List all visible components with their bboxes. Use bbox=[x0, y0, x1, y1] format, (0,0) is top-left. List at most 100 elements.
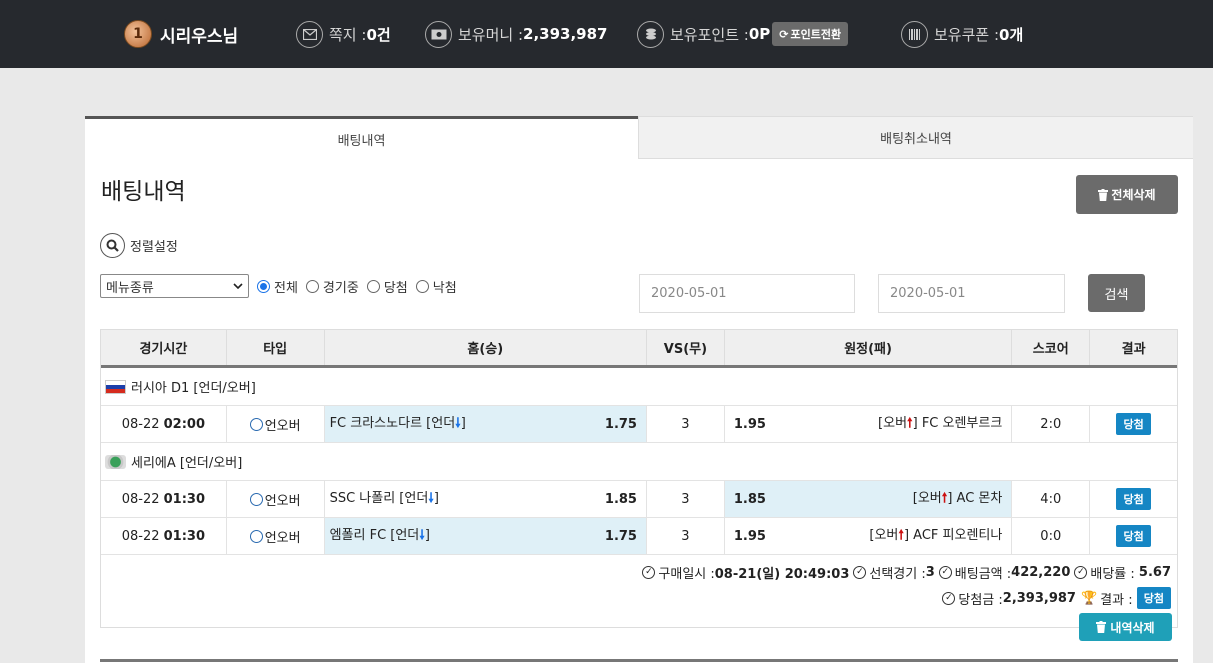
barcode-icon bbox=[901, 20, 928, 48]
win-label: 당첨금 : bbox=[958, 592, 1003, 608]
match-time: 08-22 01:30 bbox=[101, 518, 227, 554]
search-button[interactable]: 검색 bbox=[1088, 274, 1145, 312]
bet-type-label: 언오버 bbox=[264, 530, 301, 546]
user-info: 1 시리우스님 bbox=[124, 0, 238, 68]
divider bbox=[100, 659, 1178, 662]
purchase-value: 08-21(일) 20:49:03 bbox=[714, 566, 850, 582]
table-row: 08-22 01:30 언오버 SSC 나폴리 [언더🠗] 1.85 3 1.85… bbox=[101, 481, 1177, 518]
point-convert-label: 포인트전환 bbox=[790, 28, 842, 41]
page-title: 배팅내역 bbox=[101, 179, 186, 205]
league-name: 러시아 D1 [언더/오버] bbox=[131, 381, 256, 396]
score: 2:0 bbox=[1012, 406, 1091, 442]
tab-betting-cancel-history[interactable]: 배팅취소내역 bbox=[638, 116, 1193, 159]
date-from-input[interactable]: 2020-05-01 bbox=[639, 274, 855, 313]
vs-cell[interactable]: 3 bbox=[647, 481, 725, 517]
score: 0:0 bbox=[1012, 518, 1091, 554]
trophy-icon: 🏆 bbox=[1080, 590, 1098, 606]
home-cell[interactable]: SSC 나폴리 [언더🠗] 1.85 bbox=[325, 481, 647, 517]
table-header: 경기시간 타입 홈(승) VS(무) 원정(패) 스코어 결과 bbox=[101, 330, 1177, 368]
money-info: 보유머니 :2,393,987 bbox=[425, 0, 608, 68]
delete-all-label: 전체삭제 bbox=[1111, 188, 1156, 202]
arrow-down-icon: 🠗 bbox=[455, 416, 461, 431]
trash-icon bbox=[1096, 621, 1107, 633]
delete-all-button[interactable]: 전체삭제 bbox=[1076, 175, 1178, 214]
away-cell[interactable]: 1.85 [오버🠕] AC 몬차 bbox=[724, 481, 1013, 517]
result-badge: 당첨 bbox=[1116, 488, 1151, 510]
date-to-input[interactable]: 2020-05-01 bbox=[878, 274, 1065, 313]
betting-history-panel: 배팅내역 배팅취소내역 배팅내역 전체삭제 정렬설정 메뉴종류 전체 경기중 당… bbox=[85, 116, 1193, 663]
away-cell[interactable]: 1.95 [오버🠕] FC 오렌부르크 bbox=[725, 406, 1013, 442]
bet-type: 언오버 bbox=[227, 518, 325, 554]
username: 시리우스님 bbox=[160, 26, 239, 47]
header-away: 원정(패) bbox=[725, 330, 1013, 365]
match-clock: 01:30 bbox=[163, 528, 206, 544]
money-value: 2,393,987 bbox=[523, 25, 608, 43]
header-score: 스코어 bbox=[1012, 330, 1091, 365]
league-row: 러시아 D1 [언더/오버] bbox=[101, 368, 1177, 406]
vs-cell[interactable]: 3 bbox=[647, 406, 725, 442]
messages-value: 0건 bbox=[366, 25, 391, 44]
points-info: 보유포인트 :0P ⟳ 포인트전환 bbox=[637, 0, 849, 68]
match-clock: 01:30 bbox=[163, 491, 206, 507]
score: 4:0 bbox=[1012, 481, 1091, 517]
check-circle-icon: ✓ bbox=[938, 565, 952, 579]
match-date: 08-22 bbox=[121, 491, 160, 507]
bet-type: 언오버 bbox=[227, 406, 325, 442]
match-time: 08-22 02:00 bbox=[101, 406, 227, 442]
arrow-down-icon: 🠗 bbox=[428, 491, 434, 506]
money-label: 보유머니 : bbox=[458, 25, 524, 44]
points-value: 0P bbox=[748, 25, 771, 43]
messages-info[interactable]: 쪽지 :0건 bbox=[296, 0, 391, 68]
league-name: 세리에A [언더/오버] bbox=[131, 456, 243, 471]
radio-unchecked-icon bbox=[366, 279, 380, 293]
radio-in-play-label: 경기중 bbox=[322, 280, 359, 296]
match-clock: 02:00 bbox=[163, 416, 206, 432]
home-odds: 1.75 bbox=[604, 416, 637, 432]
point-convert-button[interactable]: ⟳ 포인트전환 bbox=[772, 22, 849, 46]
result-badge: 당첨 bbox=[1116, 525, 1151, 547]
home-cell[interactable]: FC 크라스노다르 [언더🠗] 1.75 bbox=[324, 406, 647, 442]
check-circle-icon: ✓ bbox=[642, 565, 656, 579]
coupons-info: 보유쿠폰 :0개 bbox=[901, 0, 1023, 68]
top-bar: 1 시리우스님 쪽지 :0건 보유머니 :2,393,987 보유포인트 :0P… bbox=[0, 0, 1213, 68]
header-match-time: 경기시간 bbox=[101, 330, 227, 365]
radio-lose[interactable]: 낙첨 bbox=[415, 277, 457, 296]
delete-history-label: 내역삭제 bbox=[1110, 620, 1155, 635]
result-cell: 당첨 bbox=[1090, 518, 1177, 554]
chevron-down-icon bbox=[233, 283, 243, 289]
purchase-label: 구매일시 : bbox=[658, 566, 715, 582]
check-circle-icon: ✓ bbox=[942, 591, 956, 605]
header-type: 타입 bbox=[227, 330, 325, 365]
match-time: 08-22 01:30 bbox=[101, 481, 227, 517]
header-home: 홈(승) bbox=[325, 330, 647, 365]
check-circle-icon: ✓ bbox=[1074, 565, 1088, 579]
tab-betting-history[interactable]: 배팅내역 bbox=[85, 116, 638, 159]
menu-type-select[interactable]: 메뉴종류 bbox=[100, 274, 249, 298]
away-cell[interactable]: 1.95 [오버🠕] ACF 피오렌티나 bbox=[725, 518, 1013, 554]
home-cell[interactable]: 엠폴리 FC [언더🠗] 1.75 bbox=[324, 518, 647, 554]
coins-icon bbox=[637, 20, 664, 48]
bet-type-label: 언오버 bbox=[264, 493, 301, 509]
arrow-down-icon: 🠗 bbox=[419, 528, 425, 543]
summary-line-1: ✓ 구매일시 :08-21(일) 20:49:03 ✓ 선택경기 :3 ✓ 배팅금액 … bbox=[101, 559, 1171, 585]
radio-checked-icon bbox=[257, 279, 270, 293]
radio-in-play[interactable]: 경기중 bbox=[305, 277, 359, 296]
table-row: 08-22 01:30 언오버 엠폴리 FC [언더🠗] 1.75 3 1.95 [… bbox=[101, 518, 1177, 555]
result-badge: 당첨 bbox=[1116, 413, 1151, 435]
away-odds: 1.95 bbox=[733, 528, 766, 544]
over-under-icon bbox=[249, 529, 263, 543]
result-cell: 당첨 bbox=[1090, 406, 1177, 442]
delete-history-button[interactable]: 내역삭제 bbox=[1079, 613, 1172, 641]
amount-label: 배팅금액 : bbox=[954, 566, 1012, 582]
sort-settings[interactable]: 정렬설정 bbox=[100, 233, 178, 258]
match-date: 08-22 bbox=[121, 416, 160, 432]
games-label: 선택경기 : bbox=[869, 566, 926, 582]
vs-cell[interactable]: 3 bbox=[647, 518, 725, 554]
search-icon bbox=[100, 233, 125, 258]
filter-row: 메뉴종류 전체 경기중 당첨 낙첨 bbox=[100, 274, 457, 298]
radio-all[interactable]: 전체 bbox=[257, 277, 298, 296]
radio-win[interactable]: 당첨 bbox=[366, 277, 408, 296]
radio-lose-label: 낙첨 bbox=[432, 280, 457, 296]
games-value: 3 bbox=[925, 564, 935, 580]
header-result: 결과 bbox=[1121, 342, 1146, 357]
